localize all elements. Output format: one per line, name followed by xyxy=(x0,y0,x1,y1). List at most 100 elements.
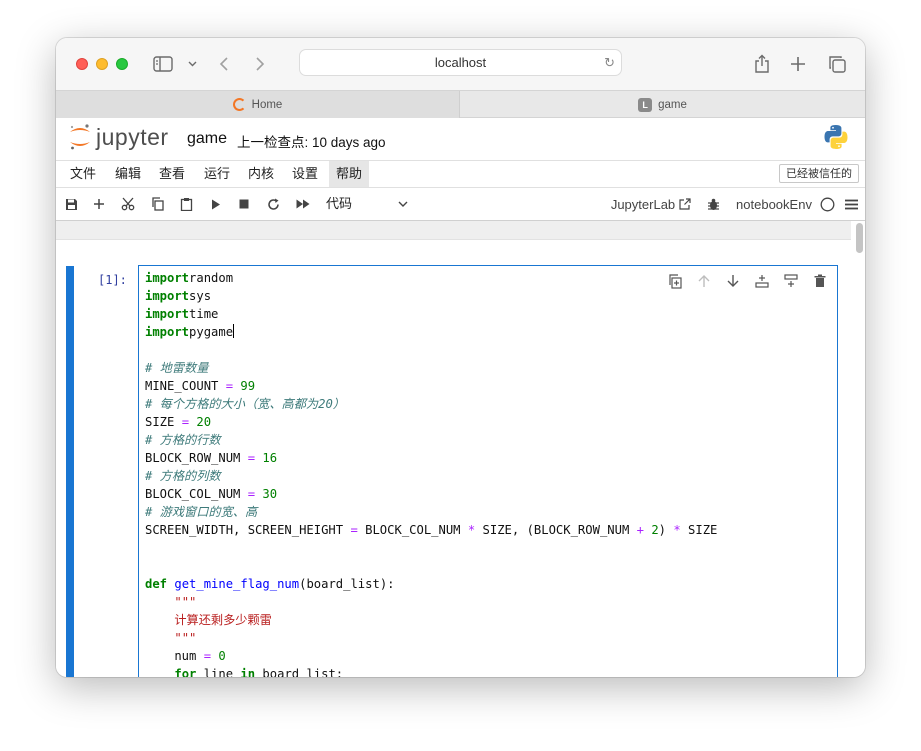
code-token: 计算还剩多少颗雷 xyxy=(174,613,272,627)
jupyter-logo[interactable]: jupyter xyxy=(68,123,169,151)
chevron-down-icon[interactable] xyxy=(186,52,198,76)
delete-cell-icon[interactable] xyxy=(811,272,829,290)
code-token: = xyxy=(350,523,358,537)
forward-icon[interactable] xyxy=(252,52,268,76)
cell-collapser[interactable] xyxy=(66,266,74,677)
code-token: import xyxy=(145,307,190,321)
code-token: # 每个方格的大小（宽、高都为20） xyxy=(145,397,345,411)
code-line: BLOCK_ROW_NUM = 16 xyxy=(145,449,717,467)
address-bar[interactable]: localhost ↻ xyxy=(299,49,622,76)
code-token: time xyxy=(189,307,219,321)
notebook-name[interactable]: game xyxy=(187,130,227,148)
tab-label: game xyxy=(658,98,687,111)
code-line: num = 0 xyxy=(145,647,717,665)
insert-above-icon[interactable] xyxy=(753,272,771,290)
code-line: # 地雷数量 xyxy=(145,359,717,377)
scrollbar-thumb[interactable] xyxy=(856,223,863,253)
save-icon[interactable] xyxy=(62,188,80,220)
fast-forward-icon[interactable] xyxy=(293,188,313,220)
zoom-window-button[interactable] xyxy=(116,58,128,70)
run-icon[interactable] xyxy=(207,188,225,220)
code-token: """ xyxy=(174,595,197,609)
code-line: # 方格的行数 xyxy=(145,431,717,449)
menu-icon[interactable] xyxy=(842,188,860,220)
tab-home[interactable]: Home xyxy=(56,91,460,118)
code-token: = xyxy=(247,487,256,501)
sidebar-toggle-icon[interactable] xyxy=(152,52,174,76)
code-content[interactable]: importrandom importsys importtime importpyg… xyxy=(145,269,717,677)
menu-settings[interactable]: 设置 xyxy=(285,161,325,187)
menu-kernel[interactable]: 内核 xyxy=(241,161,281,187)
jupyter-header: jupyter game 上一检查点: 10 days ago xyxy=(56,118,865,160)
code-token: + xyxy=(636,523,644,537)
external-link-icon xyxy=(679,198,691,210)
code-token: SCREEN_WIDTH, SCREEN_HEIGHT xyxy=(145,523,351,537)
move-down-icon[interactable] xyxy=(724,272,742,290)
menu-file[interactable]: 文件 xyxy=(63,161,103,187)
debugger-icon[interactable] xyxy=(704,188,722,220)
copy-icon[interactable] xyxy=(148,188,166,220)
code-token: SIZE xyxy=(145,415,182,429)
open-jupyterlab-button[interactable]: JupyterLab xyxy=(606,188,696,220)
code-line: SCREEN_WIDTH, SCREEN_HEIGHT = BLOCK_COL_… xyxy=(145,521,717,539)
code-token: = xyxy=(181,415,190,429)
jupyter-icon xyxy=(232,98,246,111)
move-up-icon[interactable] xyxy=(695,272,713,290)
code-line: BLOCK_COL_NUM = 30 xyxy=(145,485,717,503)
menu-edit[interactable]: 编辑 xyxy=(108,161,148,187)
stop-icon[interactable] xyxy=(235,188,253,220)
code-token: # 方格的行数 xyxy=(145,433,221,447)
code-token: import xyxy=(145,289,190,303)
code-line: SIZE = 20 xyxy=(145,413,717,431)
cell-type-select[interactable]: 代码 xyxy=(326,188,408,220)
code-token: 20 xyxy=(196,415,212,429)
code-cell-editor[interactable]: importrandom importsys importtime importpyg… xyxy=(138,265,838,677)
notebook-toolbar: 代码 JupyterLab notebookEnv xyxy=(56,188,865,221)
tab-label: Home xyxy=(251,98,283,111)
code-token: import xyxy=(145,271,190,285)
kernel-name[interactable]: notebookEnv xyxy=(732,188,816,220)
paste-icon[interactable] xyxy=(177,188,195,220)
cut-icon[interactable] xyxy=(119,188,137,220)
reload-icon[interactable]: ↻ xyxy=(604,50,615,75)
code-token: random xyxy=(189,271,234,285)
code-token: get_mine_flag_num xyxy=(174,577,300,591)
code-token: # 地雷数量 xyxy=(145,361,209,375)
menu-bar: 文件 编辑 查看 运行 内核 设置 帮助 已经被信任的 xyxy=(56,160,865,188)
code-token: BLOCK_COL_NUM xyxy=(357,523,468,537)
trusted-indicator[interactable]: 已经被信任的 xyxy=(779,164,859,183)
input-prompt: [1]: xyxy=(98,273,127,287)
add-cell-icon[interactable] xyxy=(90,188,108,220)
share-icon[interactable] xyxy=(752,52,772,76)
python-kernel-icon xyxy=(824,125,848,149)
code-line: def get_mine_flag_num(board_list): xyxy=(145,575,717,593)
code-token: """ xyxy=(174,631,197,645)
code-token: 16 xyxy=(262,451,278,465)
menu-view[interactable]: 查看 xyxy=(152,161,192,187)
checkpoint-status: 上一检查点: 10 days ago xyxy=(237,135,386,150)
code-token: in xyxy=(240,667,256,677)
insert-below-icon[interactable] xyxy=(782,272,800,290)
code-token: num xyxy=(145,649,204,663)
code-token: # 游戏窗口的宽、高 xyxy=(145,505,258,519)
minimize-window-button[interactable] xyxy=(96,58,108,70)
tab-overview-icon[interactable] xyxy=(826,52,848,76)
code-token: = xyxy=(247,451,256,465)
duplicate-cell-icon[interactable] xyxy=(666,272,684,290)
notebook-header-bar xyxy=(56,221,851,240)
cell-toolbar xyxy=(666,272,829,290)
back-icon[interactable] xyxy=(216,52,232,76)
menu-run[interactable]: 运行 xyxy=(197,161,237,187)
chevron-down-icon xyxy=(398,188,408,220)
restart-icon[interactable] xyxy=(264,188,282,220)
new-tab-icon[interactable] xyxy=(788,52,808,76)
tab-game[interactable]: L game xyxy=(460,91,865,118)
close-window-button[interactable] xyxy=(76,58,88,70)
menu-help[interactable]: 帮助 xyxy=(329,161,370,187)
code-token: 0 xyxy=(218,649,226,663)
